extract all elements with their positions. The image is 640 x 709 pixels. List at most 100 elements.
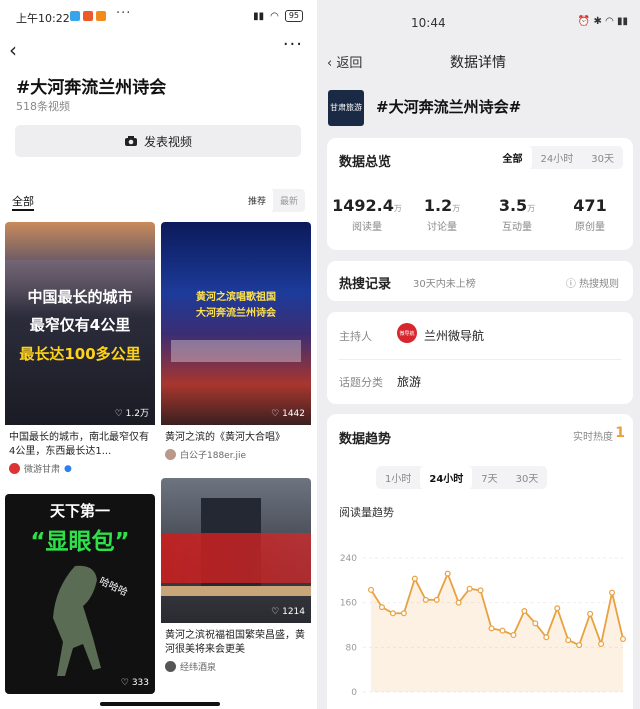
data-point <box>499 627 506 634</box>
publish-video-button[interactable]: 发表视频 <box>15 125 301 157</box>
sort-recommend[interactable]: 推荐 <box>240 189 273 212</box>
sort-latest[interactable]: 最新 <box>273 189 305 212</box>
trend-header: 数据趋势 <box>339 432 392 447</box>
data-point <box>587 610 594 617</box>
data-point <box>389 610 396 617</box>
hot-note: 30天内未上榜 <box>413 279 476 290</box>
range-all[interactable]: 全部 <box>493 146 532 169</box>
realtime-value: 1 <box>615 425 625 441</box>
y-tick-label: 160 <box>340 599 357 609</box>
page-title: 数据详情 <box>450 55 506 71</box>
video-card[interactable]: 黄河之滨唱歌祖国 大河奔流兰州诗会 ♡ 1442 黄河之滨的《黄河大合唱》 白公… <box>161 222 311 464</box>
data-point <box>565 637 572 644</box>
data-point <box>433 596 440 603</box>
trend-range: 1小时 24小时 7天 30天 <box>376 466 548 489</box>
like-count: ♡ 1.2万 <box>114 409 149 419</box>
author[interactable]: 白公子188er.jie <box>161 445 311 464</box>
more-icon[interactable]: ··· <box>283 34 303 55</box>
data-point <box>488 625 495 632</box>
hot-search-card: 热搜记录 30天内未上榜 ⓘ 热搜规则 <box>327 261 633 301</box>
stat-unit: 万 <box>527 204 536 213</box>
range-1h[interactable]: 1小时 <box>376 466 420 489</box>
status-dots: ··· <box>116 6 132 21</box>
sort-toggle: 推荐 最新 <box>240 189 305 212</box>
video-count: 518条视频 <box>16 100 70 113</box>
status-right: ▮▮ ◠ 95 <box>253 10 303 22</box>
stat-label: 讨论量 <box>427 222 457 233</box>
like-count-value: 333 <box>131 678 149 688</box>
data-point <box>455 599 462 606</box>
range-30d[interactable]: 30天 <box>582 146 623 169</box>
data-point <box>510 632 517 639</box>
avatar <box>165 661 176 672</box>
info-card: 主持人 微导航 兰州微导航 话题分类 旅游 <box>327 312 633 404</box>
category-label: 话题分类 <box>339 376 383 389</box>
author[interactable]: 经纬酒泉 <box>161 657 311 676</box>
data-point <box>543 634 550 641</box>
y-tick-label: 80 <box>346 643 358 653</box>
range-7d[interactable]: 7天 <box>472 466 506 489</box>
status-time: 上午10:22 <box>16 12 70 25</box>
host-avatar: 微导航 <box>397 323 417 343</box>
right-screen: 10:44 ⏰ ✱ ◠ ▮▮ ‹ 返回 数据详情 甘肃旅游 #大河奔流兰州诗会#… <box>317 0 640 709</box>
range-24h[interactable]: 24小时 <box>532 146 583 169</box>
thumb-caption: 黄河之滨唱歌祖国 <box>196 292 276 303</box>
thumb-caption: 最窄仅有4公里 <box>29 316 131 334</box>
video-card[interactable]: 中国最长的城市 最窄仅有4公里 最长达100多公里 ♡ 1.2万 中国最长的城市… <box>5 222 155 478</box>
tab-underline <box>12 209 34 211</box>
host-label: 主持人 <box>339 330 372 343</box>
author-name: 微游甘肃 <box>24 465 61 475</box>
data-point <box>411 575 418 582</box>
trend-card: 数据趋势 实时热度 1 1小时 24小时 7天 30天 阅读量趋势 0 80 160… <box>327 414 633 709</box>
like-count: ♡ 1214 <box>271 607 305 617</box>
data-point <box>554 605 561 612</box>
publish-label: 发表视频 <box>143 134 192 149</box>
like-count: ♡ 1442 <box>271 409 305 419</box>
avatar <box>9 463 20 474</box>
app-icon <box>83 11 93 21</box>
overview-card: 数据总览 全部 24小时 30天 1492.4万 阅读量 1.2万 讨论量 3.5万… <box>327 138 633 250</box>
camera-icon <box>124 136 137 146</box>
app-icon <box>96 11 106 21</box>
stat-unit: 万 <box>393 204 402 213</box>
author-name: 白公子188er.jie <box>180 451 246 461</box>
like-count-value: 1442 <box>282 409 305 419</box>
app-icon <box>70 11 80 21</box>
help-icon: ⓘ <box>565 279 579 290</box>
realtime-label: 实时热度 <box>573 432 613 443</box>
chevron-left-icon: ‹ <box>327 56 337 71</box>
author-name: 经纬酒泉 <box>180 663 217 673</box>
hot-rule-label: 热搜规则 <box>579 279 619 290</box>
stat-label: 互动量 <box>502 222 532 233</box>
video-card[interactable]: 天下第一 “显眼包” 哈哈哈 ♡ 333 <box>5 494 155 694</box>
data-point <box>400 610 407 617</box>
avatar <box>165 449 176 460</box>
status-right: ⏰ ✱ ◠ ▮▮ <box>577 16 628 27</box>
stat-value: 1.2 <box>423 196 453 215</box>
author[interactable]: 微游甘肃 ● <box>5 459 155 478</box>
host-name[interactable]: 兰州微导航 <box>424 327 484 344</box>
data-point <box>477 587 484 594</box>
video-title: 黄河之滨祝福祖国繁荣昌盛，黄河很美将来会更美 <box>165 630 305 655</box>
stat-unit: 万 <box>452 204 461 213</box>
data-point <box>576 642 583 649</box>
thumb-caption: 天下第一 <box>49 502 110 520</box>
stat-original: 471 原创量 <box>555 196 625 233</box>
stat-value: 1492.4 <box>332 196 394 215</box>
data-point <box>466 585 473 592</box>
video-card[interactable]: ♡ 1214 黄河之滨祝福祖国繁荣昌盛，黄河很美将来会更美 经纬酒泉 <box>161 478 311 676</box>
tab-all[interactable]: 全部 <box>12 193 34 209</box>
like-count-value: 1.2万 <box>125 409 149 419</box>
thumb-caption: 最长达100多公里 <box>19 345 141 363</box>
verified-icon: ● <box>64 463 72 474</box>
hot-rule-link[interactable]: ⓘ 热搜规则 <box>566 275 619 290</box>
range-30d[interactable]: 30天 <box>507 466 548 489</box>
video-thumbnail: ♡ 1214 <box>161 478 311 623</box>
topic-title: #大河奔流兰州诗会 <box>16 78 167 98</box>
back-label: 返回 <box>336 56 363 71</box>
stat-reads: 1492.4万 阅读量 <box>332 196 402 233</box>
range-24h[interactable]: 24小时 <box>420 466 473 489</box>
data-point <box>521 608 528 615</box>
back-icon[interactable]: ‹ <box>9 38 17 62</box>
back-button[interactable]: ‹ 返回 <box>327 52 362 71</box>
